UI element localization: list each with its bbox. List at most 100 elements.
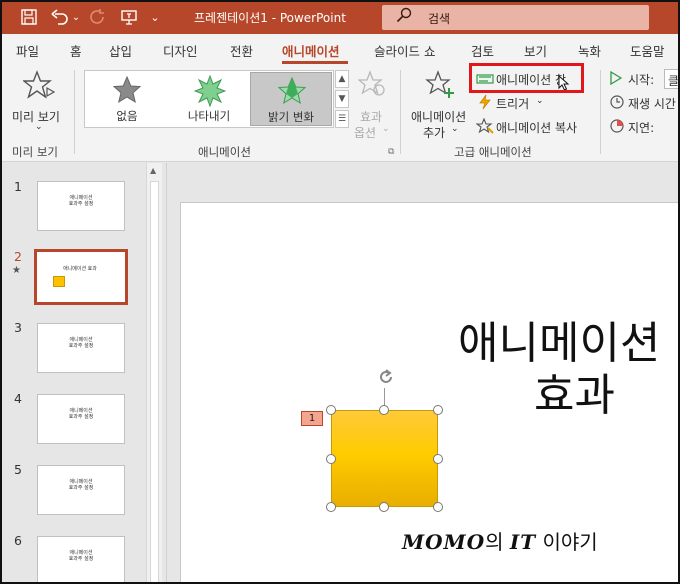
animation-none[interactable]: 없음 (86, 72, 168, 126)
slide-thumbnail-selected[interactable]: 애니메이션 효과 (34, 249, 128, 305)
redo-icon[interactable] (88, 7, 108, 27)
animation-none-label: 없음 (116, 109, 138, 123)
tab-insert[interactable]: 삽입 (109, 41, 132, 60)
animation-order-tag[interactable]: 1 (301, 411, 323, 426)
rotate-handle-icon[interactable] (376, 367, 396, 392)
effect-options-label-1: 효과 (360, 110, 383, 124)
animation-star-icon: ★ (12, 265, 21, 276)
start-play-icon (610, 70, 623, 88)
animation-painter-icon (475, 117, 494, 137)
title-bar: ⌄ ⌄ 프레젠테이션1 - PowerPoint 검색 (2, 2, 678, 34)
tab-help[interactable]: 도움말 (630, 41, 665, 60)
customize-quick-access-icon[interactable]: ⌄ (148, 7, 162, 27)
tab-home[interactable]: 홈 (70, 41, 82, 60)
slide-thumbnail-pane: 1 애니메이션 효과주 설정 2 ★ 애니메이션 효과 3 애니메이션 효과주 … (2, 163, 162, 582)
gallery-more-icon[interactable]: ☰ (335, 110, 349, 128)
delay-label: 지연: (628, 121, 655, 135)
duration-label: 재생 시간 (628, 97, 676, 111)
animation-dialog-launcher-icon[interactable]: ⧉ (388, 147, 394, 157)
tab-transitions[interactable]: 전환 (230, 41, 253, 60)
watermark-mid: 의 (485, 530, 510, 554)
slide-thumbnail-text: 애니메이션 효과주 설정 (68, 479, 94, 491)
gallery-scroll-down-icon[interactable]: ▼ (335, 90, 349, 108)
effect-options-icon (357, 70, 386, 101)
add-animation-star-icon (425, 70, 455, 103)
resize-handle[interactable] (379, 405, 389, 415)
selected-rectangle-shape[interactable] (331, 410, 438, 507)
preview-star-icon (22, 70, 56, 103)
animation-appear-label: 나타내기 (187, 109, 231, 123)
effect-options-button[interactable]: 효과 옵션 ⌄ (352, 68, 392, 140)
start-select-value: 클 (668, 74, 680, 88)
resize-handle[interactable] (433, 502, 443, 512)
resize-handle[interactable] (433, 405, 443, 415)
ribbon-tabs: 파일 홈 삽입 디자인 전환 애니메이션 슬라이드 쇼 검토 보기 녹화 도움말 (2, 34, 678, 64)
tab-slide-show[interactable]: 슬라이드 쇼 (374, 41, 435, 60)
tab-file[interactable]: 파일 (16, 41, 39, 60)
tab-view[interactable]: 보기 (524, 41, 547, 60)
window-title: 프레젠테이션1 - PowerPoint (194, 11, 346, 25)
resize-handle[interactable] (326, 454, 336, 464)
resize-handle[interactable] (326, 405, 336, 415)
save-icon[interactable] (18, 7, 40, 27)
animation-fade[interactable]: 밝기 변화 (250, 72, 332, 126)
clock-icon (610, 95, 624, 112)
resize-handle[interactable] (379, 502, 389, 512)
thumbnail-scrollbar[interactable]: ▲ (146, 163, 162, 582)
tab-recording[interactable]: 녹화 (578, 41, 601, 60)
effect-options-label-2: 옵션 (354, 126, 377, 140)
group-label-preview: 미리 보기 (12, 145, 58, 159)
star-fade-green-icon (277, 76, 307, 105)
gallery-scroll-up-icon[interactable]: ▲ (335, 70, 349, 88)
slide-thumbnail[interactable]: 애니메이션 효과주 설정 (37, 465, 125, 515)
undo-dropdown-icon[interactable]: ⌄ (71, 7, 81, 27)
watermark-tail: 이야기 (536, 530, 598, 554)
search-placeholder: 검색 (428, 12, 451, 26)
group-separator (74, 70, 75, 154)
group-separator (600, 70, 601, 154)
start-control[interactable]: 시작: 클 (608, 69, 680, 89)
animation-gallery: 없음 나타내기 밝기 변화 (84, 70, 334, 128)
add-animation-dropdown-icon: ⌄ (451, 124, 459, 134)
slide-number: 4 (14, 391, 22, 406)
resize-handle[interactable] (326, 502, 336, 512)
slide-thumbnail[interactable]: 애니메이션 효과주 설정 (37, 323, 125, 373)
resize-handle[interactable] (433, 454, 443, 464)
slide-number: 2 (14, 249, 22, 264)
slide-thumbnail[interactable]: 애니메이션 효과주 설정 (37, 181, 125, 231)
search-box[interactable]: 검색 (382, 5, 649, 30)
slide-thumbnail[interactable]: 애니메이션 효과주 설정 (37, 394, 125, 444)
slide-title-line-2: 효과 (534, 370, 615, 421)
scroll-up-icon[interactable]: ▲ (150, 166, 156, 175)
slide-thumbnail-text: 애니메이션 효과주 설정 (68, 408, 94, 420)
scrollbar-track[interactable] (150, 181, 159, 582)
tab-design[interactable]: 디자인 (163, 41, 198, 60)
tab-animations[interactable]: 애니메이션 (282, 41, 340, 60)
slide-title-line-1: 애니메이션 (458, 318, 661, 369)
duration-control[interactable]: 재생 시간 (608, 93, 678, 113)
animation-painter-button[interactable]: 애니메이션 복사 (475, 117, 588, 137)
effect-options-dropdown-icon: ⌄ (382, 124, 390, 134)
trigger-button[interactable]: 트리거 ⌄ (476, 93, 556, 113)
animation-appear[interactable]: 나타내기 (168, 72, 250, 126)
present-from-beginning-icon[interactable] (118, 7, 140, 27)
powerpoint-window: ⌄ ⌄ 프레젠테이션1 - PowerPoint 검색 파일 홈 삽입 디자인 … (0, 0, 680, 584)
start-select[interactable]: 클 (664, 69, 680, 89)
watermark-brand: MOMO (402, 530, 486, 554)
animation-painter-label: 애니메이션 복사 (496, 121, 578, 135)
slide-thumbnail[interactable]: 애니메이션 효과주 설정 (37, 536, 125, 582)
slide-thumbnail-text: 애니메이션 효과주 설정 (68, 195, 94, 207)
star-burst-green-icon (194, 75, 226, 107)
slide-title[interactable]: 애니메이션 효과 (458, 318, 678, 422)
delay-control[interactable]: 지연: (608, 117, 678, 137)
tab-review[interactable]: 검토 (471, 41, 494, 60)
ribbon-animations: 미리 보기 ⌄ 미리 보기 없음 나타내기 밝기 변화 ▲ ▼ ☰ 효과 옵션 … (2, 63, 680, 162)
watermark-it: IT (509, 530, 537, 554)
add-animation-button[interactable]: 애니메이션 추가 ⌄ (407, 68, 469, 140)
trigger-icon (478, 94, 492, 113)
thumbnail-shape (53, 276, 65, 287)
group-label-animation: 애니메이션 (198, 145, 251, 159)
undo-icon[interactable] (50, 7, 70, 27)
preview-button[interactable]: 미리 보기 ⌄ (8, 68, 68, 132)
trigger-label: 트리거 (496, 97, 530, 111)
